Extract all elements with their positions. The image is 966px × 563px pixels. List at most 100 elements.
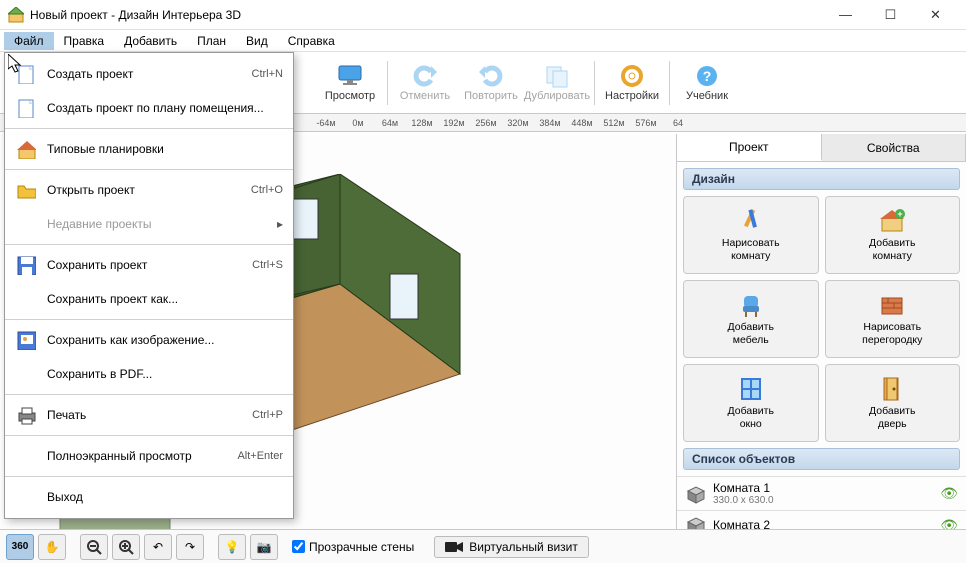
menu-item-label: Сохранить как изображение... <box>47 333 283 347</box>
toolbar-preview[interactable]: Просмотр <box>318 56 382 110</box>
card-draw-partition[interactable]: Нарисоватьперегородку <box>825 280 961 358</box>
menu-item-label: Выход <box>47 490 283 504</box>
add-room-icon: + <box>878 208 906 234</box>
tab-properties[interactable]: Свойства <box>822 134 966 161</box>
file-menu-item: Недавние проекты▸ <box>5 207 293 241</box>
minimize-button[interactable]: — <box>823 1 868 29</box>
file-menu-item[interactable]: Сохранить проектCtrl+S <box>5 248 293 282</box>
menu-help[interactable]: Справка <box>278 32 345 50</box>
save-icon <box>15 255 37 275</box>
redo-icon <box>477 64 505 88</box>
statusbar: 360 ✋ ↶ ↷ 💡 📷 Прозрачные стены Виртуальн… <box>0 529 966 563</box>
file-menu-item[interactable]: Сохранить в PDF... <box>5 357 293 391</box>
menu-item-label: Типовые планировки <box>47 142 283 156</box>
camera-icon <box>445 541 463 553</box>
menu-separator <box>5 128 293 129</box>
card-add-furniture[interactable]: Добавитьмебель <box>683 280 819 358</box>
file-menu-item[interactable]: Создать проект по плану помещения... <box>5 91 293 125</box>
transparent-walls-input[interactable] <box>292 540 305 553</box>
file-menu-item[interactable]: Открыть проект Ctrl+O <box>5 173 293 207</box>
object-row[interactable]: Комната 1 330.0 x 630.0 👁 <box>677 476 966 510</box>
gear-icon <box>618 64 646 88</box>
pan-button[interactable]: ✋ <box>38 534 66 560</box>
toolbar-duplicate[interactable]: Дублировать <box>525 56 589 110</box>
toolbar-redo[interactable]: Повторить <box>459 56 523 110</box>
card-add-door[interactable]: Добавитьдверь <box>825 364 961 442</box>
maximize-button[interactable]: ☐ <box>868 1 913 29</box>
object-list: Комната 1 330.0 x 630.0 👁 Комната 2 👁 <box>677 476 966 529</box>
visibility-icon[interactable]: 👁 <box>940 485 958 502</box>
duplicate-icon <box>543 64 571 88</box>
cube-icon <box>685 515 707 529</box>
menu-item-label: Сохранить в PDF... <box>47 367 283 381</box>
zoom-out-icon <box>86 539 102 555</box>
new-icon <box>15 98 37 118</box>
zoom-in-icon <box>118 539 134 555</box>
menu-item-label: Сохранить проект как... <box>47 292 283 306</box>
menu-separator <box>5 319 293 320</box>
svg-text:?: ? <box>703 68 712 84</box>
menu-shortcut: Ctrl+P <box>252 409 283 421</box>
chair-icon <box>737 292 765 318</box>
menu-view[interactable]: Вид <box>236 32 278 50</box>
pencil-icon <box>737 208 765 234</box>
wall-icon <box>878 292 906 318</box>
visibility-icon[interactable]: 👁 <box>940 517 958 530</box>
window-title: Новый проект - Дизайн Интерьера 3D <box>30 8 823 22</box>
menu-plan[interactable]: План <box>187 32 236 50</box>
menu-item-label: Открыть проект <box>47 183 241 197</box>
file-menu-dropdown: Создать проект Ctrl+N Создать проект по пл… <box>4 52 294 519</box>
view-360-button[interactable]: 360 <box>6 534 34 560</box>
menu-item-label: Недавние проекты <box>47 217 267 231</box>
object-row[interactable]: Комната 2 👁 <box>677 510 966 529</box>
transparent-walls-checkbox[interactable]: Прозрачные стены <box>292 540 414 554</box>
light-button[interactable]: 💡 <box>218 534 246 560</box>
camera-button[interactable]: 📷 <box>250 534 278 560</box>
window-icon <box>737 376 765 402</box>
menu-edit[interactable]: Правка <box>54 32 115 50</box>
file-menu-item[interactable]: Создать проект Ctrl+N <box>5 57 293 91</box>
menu-shortcut: Ctrl+O <box>251 184 283 196</box>
menu-separator <box>5 476 293 477</box>
zoom-in-button[interactable] <box>112 534 140 560</box>
file-menu-item[interactable]: Сохранить как изображение... <box>5 323 293 357</box>
rotate-right-button[interactable]: ↷ <box>176 534 204 560</box>
cube-icon <box>685 484 707 504</box>
card-add-room[interactable]: + Добавитькомнату <box>825 196 961 274</box>
undo-icon <box>411 64 439 88</box>
file-menu-item[interactable]: Полноэкранный просмотрAlt+Enter <box>5 439 293 473</box>
rotate-left-button[interactable]: ↶ <box>144 534 172 560</box>
saveimg-icon <box>15 330 37 350</box>
menu-item-label: Создать проект <box>47 67 242 81</box>
file-menu-item[interactable]: Сохранить проект как... <box>5 282 293 316</box>
open-icon <box>15 180 37 200</box>
close-button[interactable]: ✕ <box>913 1 958 29</box>
menu-separator <box>5 394 293 395</box>
zoom-out-button[interactable] <box>80 534 108 560</box>
virtual-visit-button[interactable]: Виртуальный визит <box>434 536 589 558</box>
menu-add[interactable]: Добавить <box>114 32 187 50</box>
section-objects: Список объектов <box>683 448 960 470</box>
door-icon <box>878 376 906 402</box>
print-icon <box>15 405 37 425</box>
file-menu-item[interactable]: Выход <box>5 480 293 514</box>
svg-text:+: + <box>898 209 903 219</box>
toolbar-tutorial[interactable]: ? Учебник <box>675 56 739 110</box>
card-draw-room[interactable]: Нарисоватькомнату <box>683 196 819 274</box>
menu-file[interactable]: Файл <box>4 32 54 50</box>
menu-shortcut: Ctrl+N <box>252 68 283 80</box>
cursor-icon <box>8 54 24 74</box>
house-icon <box>15 139 37 159</box>
file-menu-item[interactable]: Печать Ctrl+P <box>5 398 293 432</box>
toolbar-undo[interactable]: Отменить <box>393 56 457 110</box>
card-add-window[interactable]: Добавитьокно <box>683 364 819 442</box>
toolbar-settings[interactable]: Настройки <box>600 56 664 110</box>
menu-item-label: Создать проект по плану помещения... <box>47 101 283 115</box>
app-icon <box>8 7 24 23</box>
file-menu-item[interactable]: Типовые планировки <box>5 132 293 166</box>
menubar: Файл Правка Добавить План Вид Справка <box>0 30 966 52</box>
section-design: Дизайн <box>683 168 960 190</box>
tab-project[interactable]: Проект <box>677 134 822 161</box>
menu-separator <box>5 244 293 245</box>
menu-item-label: Печать <box>47 408 242 422</box>
